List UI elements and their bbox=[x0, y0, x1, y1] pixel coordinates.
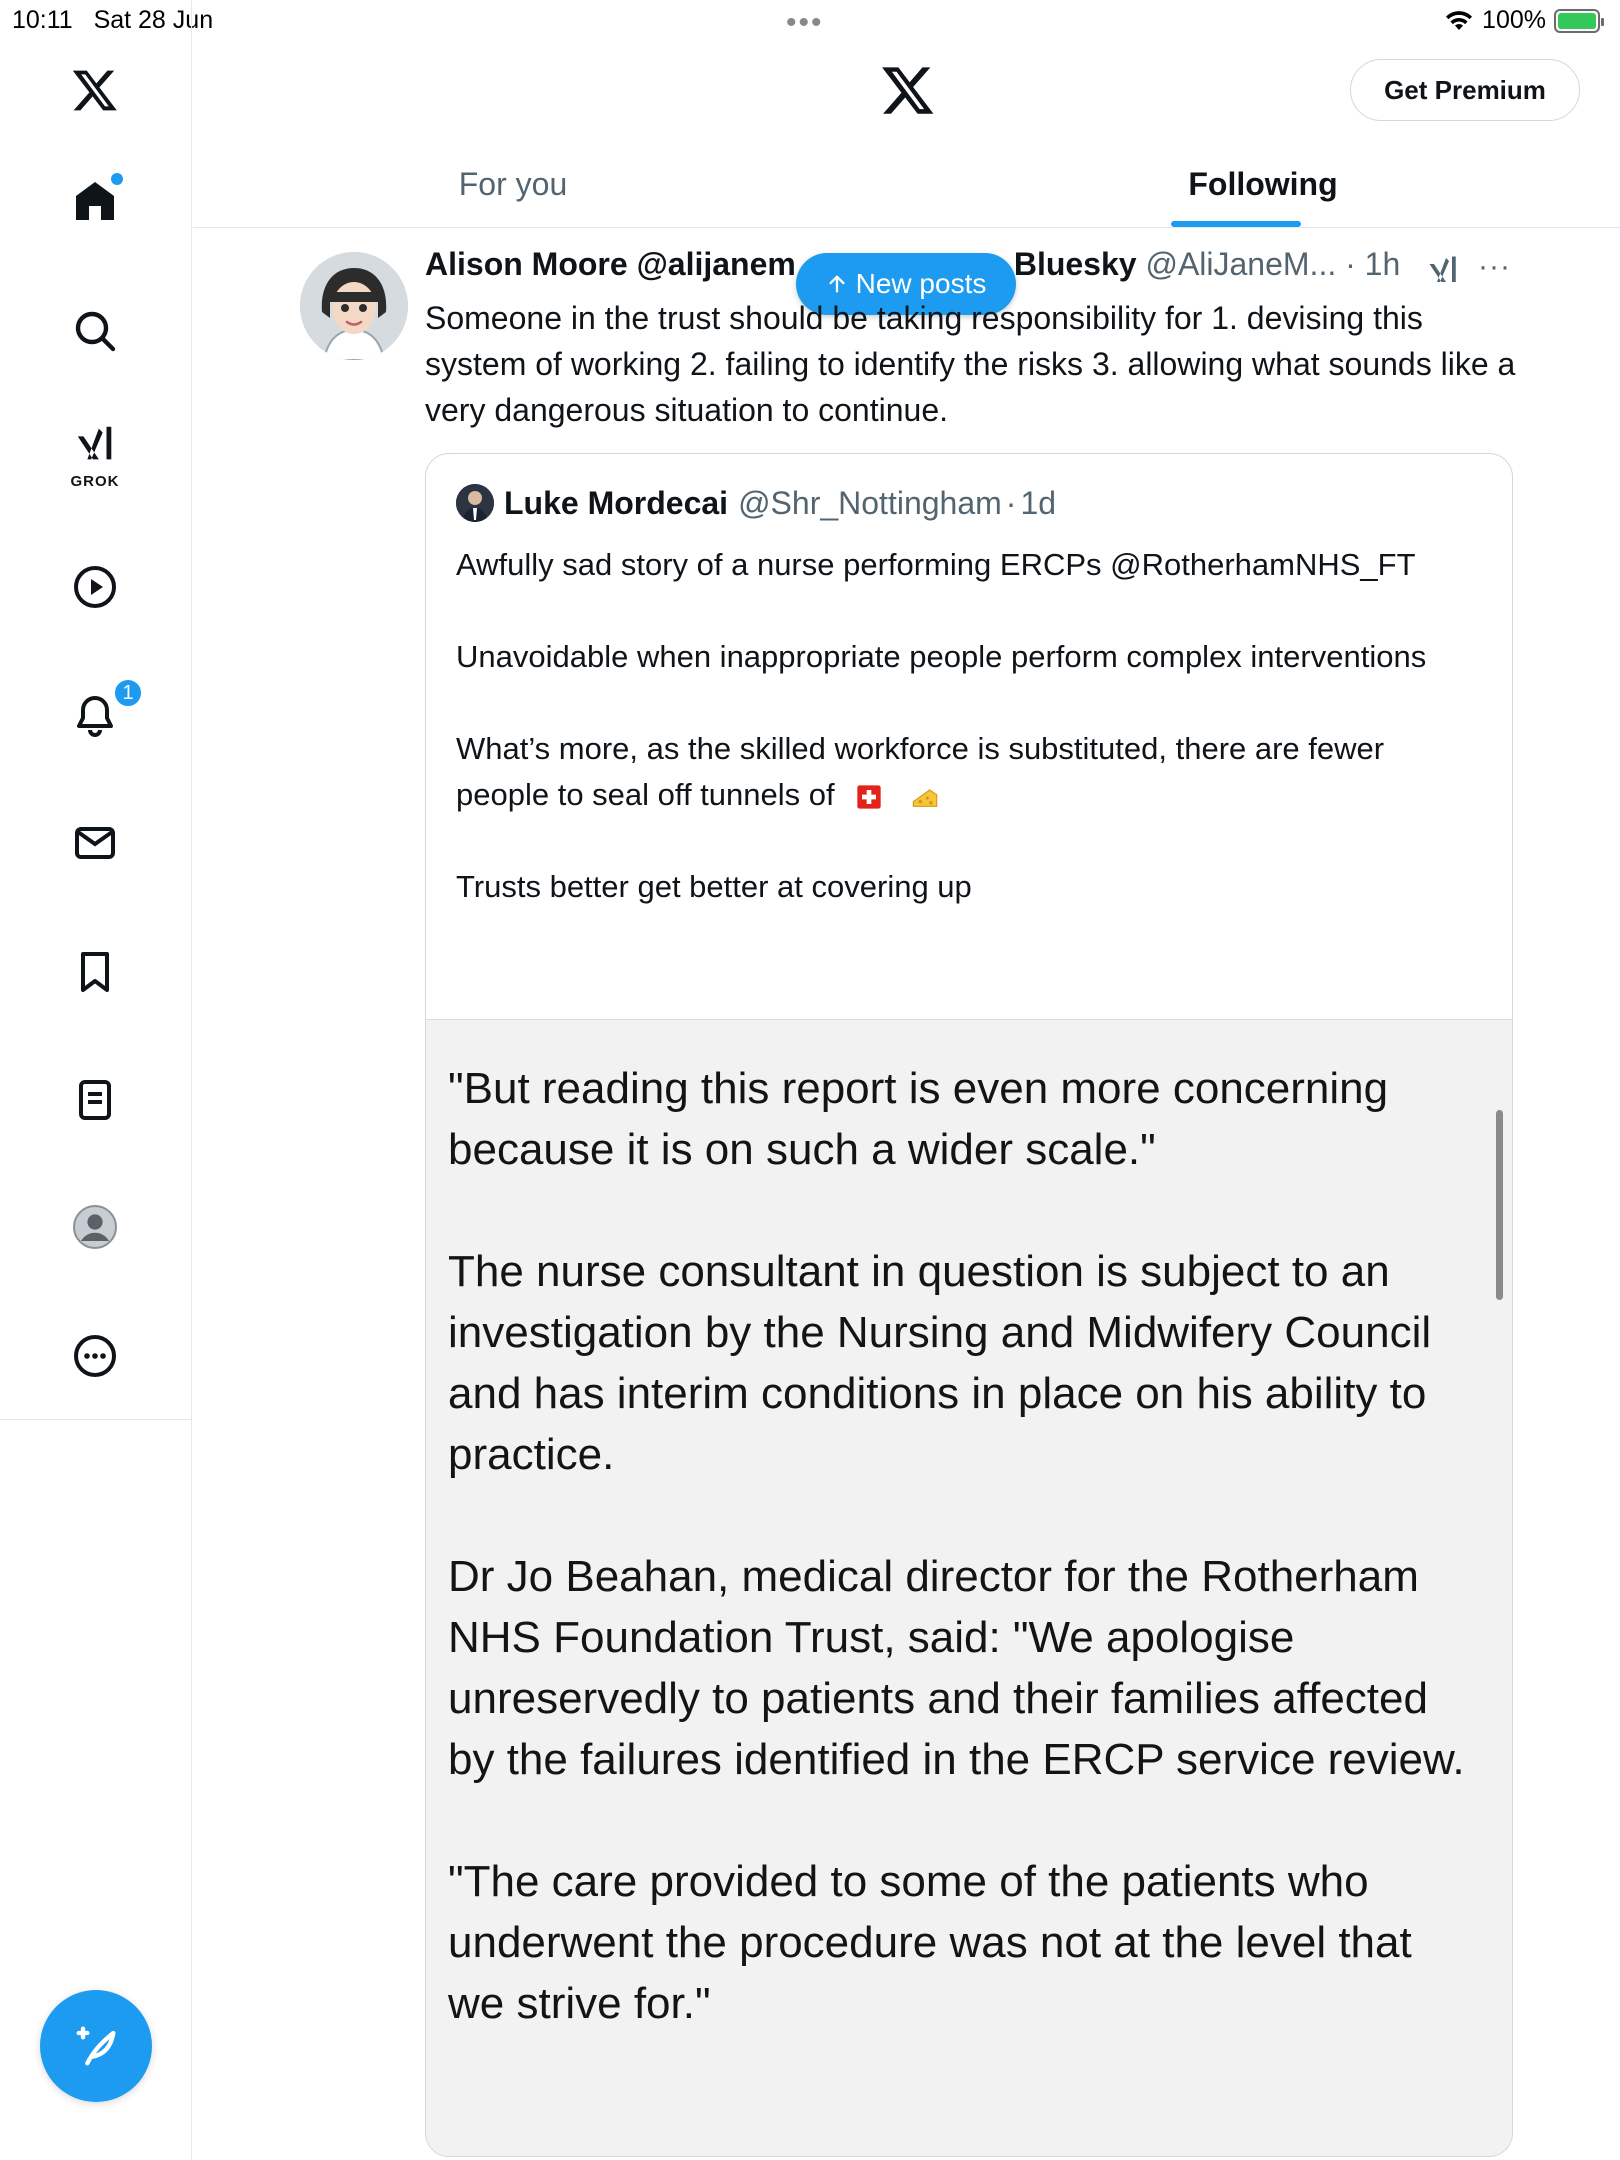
tweet-author-avatar[interactable] bbox=[300, 252, 408, 360]
grok-icon bbox=[77, 426, 112, 460]
tweet-timestamp[interactable]: 1h bbox=[1365, 246, 1401, 282]
play-circle-icon bbox=[74, 566, 116, 608]
status-indicators: 100% bbox=[1444, 6, 1604, 35]
get-premium-button[interactable]: Get Premium bbox=[1350, 59, 1580, 121]
quoted-paragraph: Unavoidable when inappropriate people pe… bbox=[456, 639, 1427, 674]
article-screenshot-text: "But reading this report is even more co… bbox=[448, 1058, 1468, 2095]
search-icon bbox=[75, 311, 116, 352]
profile-avatar-icon bbox=[73, 1205, 117, 1249]
sidebar: GROK 1 bbox=[0, 0, 192, 2160]
tweet-author-name[interactable]: Alison Moore @alijanem bbox=[425, 246, 796, 282]
sidebar-item-lists[interactable] bbox=[55, 1060, 135, 1140]
tab-for-you[interactable]: For you bbox=[413, 140, 613, 228]
quoted-paragraph: Trusts better get better at covering up bbox=[456, 869, 972, 904]
quoted-article-screenshot[interactable]: "But reading this report is even more co… bbox=[426, 1019, 1512, 2156]
sidebar-item-profile[interactable] bbox=[55, 1187, 135, 1267]
cheese-emoji-icon bbox=[912, 789, 938, 807]
home-unread-dot bbox=[111, 173, 123, 185]
list-icon bbox=[79, 1080, 111, 1120]
tweet-more-icon[interactable]: ··· bbox=[1478, 250, 1511, 284]
tweet-author-name-suffix[interactable]: Bluesky bbox=[1014, 246, 1137, 282]
sidebar-item-grok[interactable]: GROK bbox=[55, 413, 135, 493]
tab-following[interactable]: Following bbox=[1163, 140, 1363, 228]
tweet-author-handle[interactable]: @AliJaneM... bbox=[1145, 246, 1336, 282]
x-logo-icon[interactable] bbox=[55, 50, 135, 130]
compose-post-button[interactable] bbox=[40, 1990, 152, 2102]
x-logo-icon[interactable] bbox=[880, 62, 936, 118]
sidebar-item-explore[interactable] bbox=[55, 291, 135, 371]
quoted-author-name: Luke Mordecai bbox=[504, 484, 729, 521]
active-tab-indicator bbox=[1171, 221, 1301, 227]
tweet-text: Someone in the trust should be taking re… bbox=[425, 300, 1516, 428]
article-paragraph: "But reading this report is even more co… bbox=[448, 1064, 1389, 1174]
quoted-author-avatar bbox=[456, 484, 494, 522]
grok-label: GROK bbox=[70, 473, 120, 490]
sidebar-item-home[interactable] bbox=[55, 161, 135, 241]
arrow-up-icon bbox=[829, 275, 845, 293]
multitasking-dots[interactable]: ••• bbox=[786, 6, 824, 40]
more-circle-icon bbox=[74, 1335, 116, 1377]
swiss-flag-emoji-icon bbox=[857, 785, 881, 809]
article-scrollbar[interactable] bbox=[1496, 1110, 1503, 1300]
compose-feather-icon bbox=[76, 2026, 116, 2066]
bookmark-icon bbox=[81, 952, 109, 992]
quoted-tweet[interactable]: Luke Mordecai @Shr_Nottingham · 1d Awfully… bbox=[425, 453, 1513, 2157]
sidebar-divider bbox=[0, 1419, 192, 1420]
battery-icon bbox=[1554, 8, 1604, 33]
grok-explain-icon[interactable] bbox=[1425, 252, 1461, 288]
quoted-paragraph: Awfully sad story of a nurse performing … bbox=[456, 547, 1416, 582]
sidebar-item-bookmarks[interactable] bbox=[55, 932, 135, 1012]
quoted-tweet-header: Luke Mordecai @Shr_Nottingham · 1d bbox=[456, 484, 1056, 522]
quoted-author-handle: @Shr_Nottingham bbox=[738, 484, 1002, 521]
timeline-tabs: For you Following bbox=[193, 140, 1620, 228]
wifi-icon bbox=[1446, 10, 1473, 30]
sidebar-item-notifications[interactable]: 1 bbox=[55, 676, 143, 756]
home-icon bbox=[76, 182, 114, 220]
article-paragraph: "The care provided to some of the patien… bbox=[448, 1857, 1412, 2028]
quoted-tweet-text: Awfully sad story of a nurse performing … bbox=[456, 542, 1476, 910]
sidebar-item-messages[interactable] bbox=[55, 803, 135, 883]
battery-percent: 100% bbox=[1482, 6, 1546, 34]
article-paragraph: The nurse consultant in question is subj… bbox=[448, 1247, 1432, 1479]
notification-badge: 1 bbox=[113, 678, 143, 708]
mail-icon bbox=[75, 827, 115, 859]
article-paragraph: Dr Jo Beahan, medical director for the R… bbox=[448, 1552, 1465, 1784]
sidebar-item-more[interactable] bbox=[55, 1316, 135, 1396]
quoted-timestamp: 1d bbox=[1020, 484, 1057, 521]
bell-icon bbox=[77, 696, 113, 737]
sidebar-item-video[interactable] bbox=[55, 547, 135, 627]
